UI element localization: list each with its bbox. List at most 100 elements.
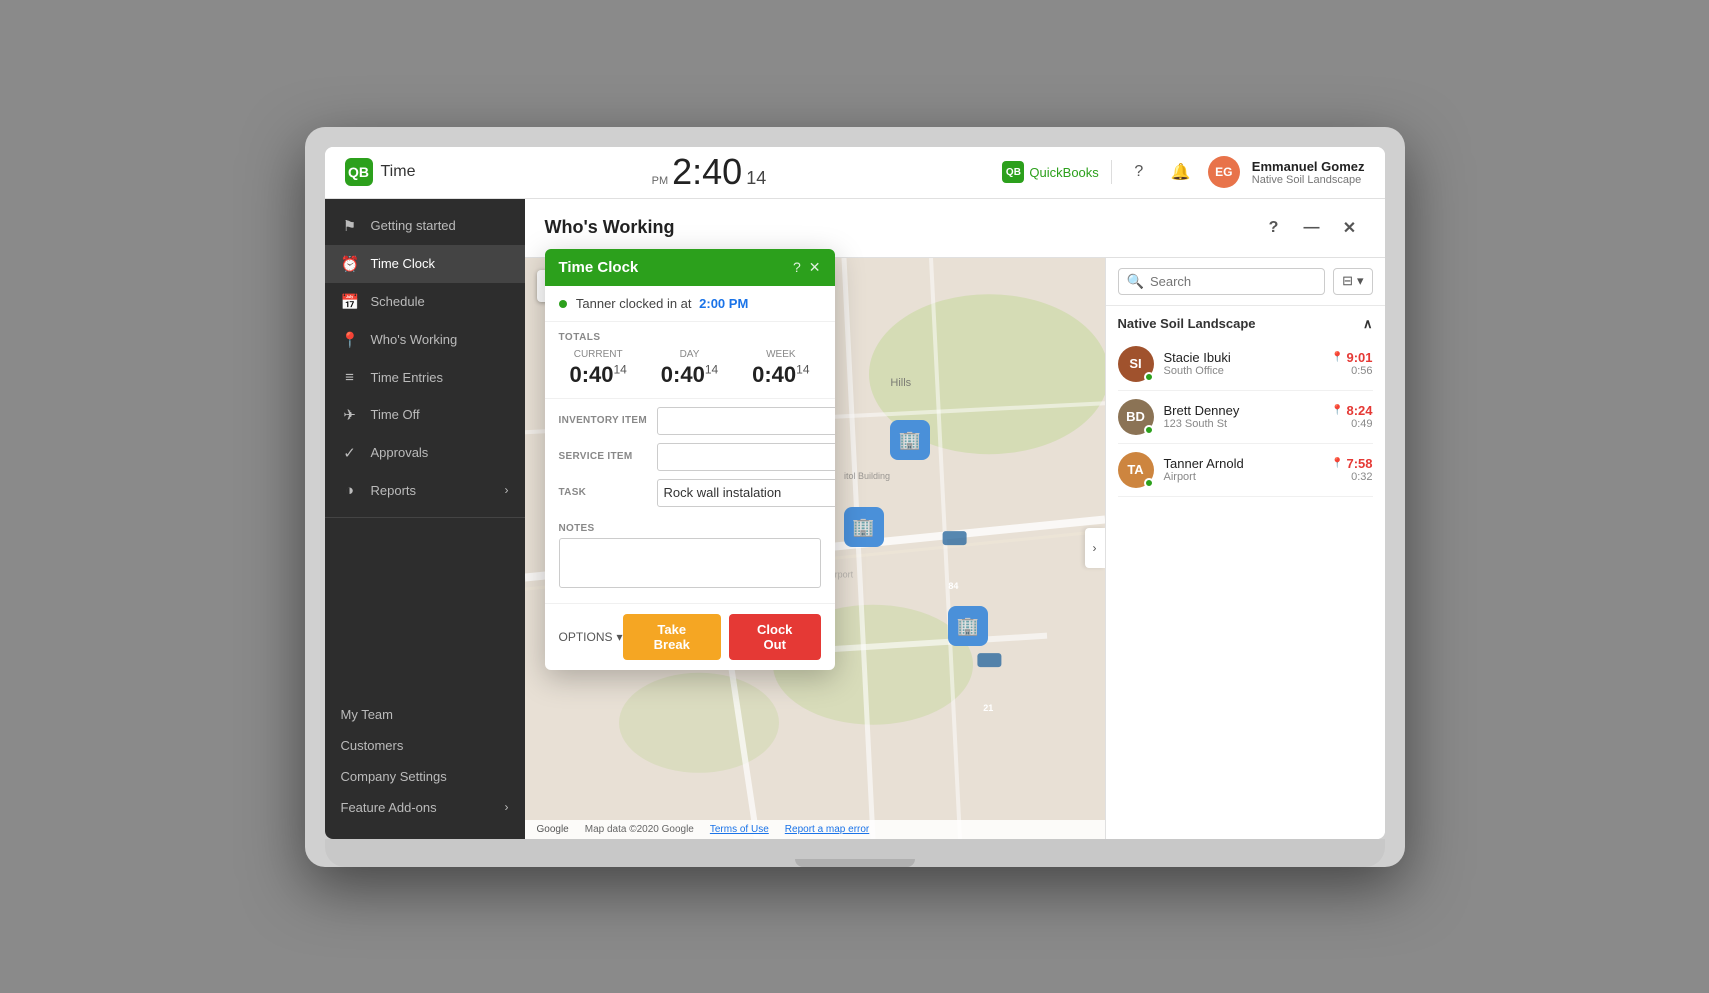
- map-collapse-button[interactable]: ›: [1085, 528, 1105, 568]
- company-section: Native Soil Landscape ∧: [1106, 306, 1385, 338]
- service-input[interactable]: [657, 443, 835, 471]
- service-label: SERVICE ITEM: [559, 451, 649, 462]
- divider: [1111, 160, 1112, 184]
- top-bar: QB Time PM 2:40 14 QB QuickBooks ? 🔔 EG: [325, 147, 1385, 199]
- user-avatar[interactable]: EG: [1208, 156, 1240, 188]
- right-panel: 🔍 ⊟ ▾ Native Soil Landscape ∧: [1105, 258, 1385, 839]
- inventory-input[interactable]: [657, 407, 835, 435]
- employee-location: South Office: [1164, 365, 1322, 377]
- sidebar-item-reports[interactable]: ◑ Reports ›: [325, 472, 525, 509]
- employee-sub-time: 0:32: [1331, 471, 1372, 483]
- help-button[interactable]: ?: [1124, 157, 1154, 187]
- sidebar-label-time-clock: Time Clock: [371, 256, 436, 271]
- user-info: Emmanuel Gomez Native Soil Landscape: [1252, 159, 1365, 186]
- filter-icon: ⊟: [1342, 273, 1353, 289]
- modal-close-button[interactable]: ✕: [809, 259, 821, 276]
- table-row[interactable]: TA Tanner Arnold Airport 📍: [1118, 444, 1373, 497]
- building-icon-2: 🏢: [844, 507, 884, 547]
- svg-text:Hills: Hills: [890, 376, 911, 388]
- employee-info: Brett Denney 123 South St: [1164, 403, 1322, 430]
- employee-sub-time: 0:49: [1331, 418, 1372, 430]
- inventory-label: INVENTORY ITEM: [559, 415, 649, 426]
- clock-out-button[interactable]: Clock Out: [729, 614, 821, 660]
- sidebar-item-time-off[interactable]: ✈ Time Off: [325, 396, 525, 434]
- map-pin-building-1: 🏢: [890, 420, 930, 460]
- modal-help-button[interactable]: ?: [793, 259, 801, 275]
- total-week: WEEK 0:4014: [741, 349, 820, 388]
- sidebar-nav: ⚑ Getting started ⏰ Time Clock 📅 Schedul…: [325, 199, 525, 691]
- page-title: Who's Working: [545, 217, 675, 238]
- sidebar-bottom: My Team Customers Company Settings Featu…: [325, 691, 525, 839]
- header-help-button[interactable]: ?: [1259, 213, 1289, 243]
- sidebar-item-my-team[interactable]: My Team: [325, 699, 525, 730]
- filter-button[interactable]: ⊟ ▾: [1333, 268, 1372, 295]
- task-input[interactable]: [657, 479, 835, 507]
- status-dot: [1144, 372, 1154, 382]
- laptop-notch: [795, 859, 915, 867]
- location-icon: 📍: [341, 331, 359, 349]
- svg-text:84: 84: [948, 581, 958, 591]
- my-team-label: My Team: [341, 707, 394, 722]
- sidebar-item-schedule[interactable]: 📅 Schedule: [325, 283, 525, 321]
- minimize-button[interactable]: —: [1297, 213, 1327, 243]
- modal-title: Time Clock: [559, 259, 639, 276]
- laptop-screen: QB Time PM 2:40 14 QB QuickBooks ? 🔔 EG: [325, 147, 1385, 839]
- total-week-value: 0:4014: [741, 362, 820, 388]
- company-header[interactable]: Native Soil Landscape ∧: [1118, 316, 1373, 332]
- sidebar-item-whos-working[interactable]: 📍 Who's Working: [325, 321, 525, 359]
- sidebar-label-getting-started: Getting started: [371, 218, 456, 233]
- employee-time: 📍 9:01 0:56: [1331, 350, 1372, 377]
- calendar-icon: 📅: [341, 293, 359, 311]
- total-current: CURRENT 0:4014: [559, 349, 638, 388]
- modal-header: Time Clock ? ✕: [545, 249, 835, 286]
- take-break-button[interactable]: Take Break: [623, 614, 721, 660]
- table-row[interactable]: BD Brett Denney 123 South St 📍: [1118, 391, 1373, 444]
- customers-label: Customers: [341, 738, 404, 753]
- building-icon-3: 🏢: [948, 606, 988, 646]
- employee-time: 📍 8:24 0:49: [1331, 403, 1372, 430]
- quickbooks-badge[interactable]: QB QuickBooks: [1002, 161, 1098, 183]
- modal-header-icons: ? ✕: [793, 259, 821, 276]
- sidebar-label-time-entries: Time Entries: [371, 370, 443, 385]
- task-row: TASK: [559, 479, 821, 507]
- total-week-label: WEEK: [741, 349, 820, 360]
- sidebar-item-customers[interactable]: Customers: [325, 730, 525, 761]
- options-label: OPTIONS: [559, 630, 613, 644]
- table-row[interactable]: SI Stacie Ibuki South Office 📍: [1118, 338, 1373, 391]
- sidebar-item-approvals[interactable]: ✓ Approvals: [325, 434, 525, 472]
- location-pin-icon: 📍: [1331, 405, 1343, 416]
- user-company: Native Soil Landscape: [1252, 174, 1365, 186]
- employee-location: Airport: [1164, 471, 1322, 483]
- chevron-down-icon: ▾: [1357, 273, 1364, 289]
- sidebar-item-time-clock[interactable]: ⏰ Time Clock: [325, 245, 525, 283]
- totals-row: CURRENT 0:4014 DAY 0:4014 WEEK 0:4014: [559, 349, 821, 388]
- search-input[interactable]: [1150, 274, 1316, 289]
- total-current-value: 0:4014: [559, 362, 638, 388]
- map-report[interactable]: Report a map error: [785, 824, 869, 835]
- search-box[interactable]: 🔍: [1118, 268, 1326, 295]
- notes-textarea[interactable]: [559, 538, 821, 588]
- inventory-row: INVENTORY ITEM: [559, 407, 821, 435]
- status-text: Tanner clocked in at: [576, 296, 692, 311]
- options-button[interactable]: OPTIONS ▾: [559, 630, 623, 644]
- plane-icon: ✈: [341, 406, 359, 424]
- check-icon: ✓: [341, 444, 359, 462]
- sidebar-item-company-settings[interactable]: Company Settings: [325, 761, 525, 792]
- laptop-frame: QB Time PM 2:40 14 QB QuickBooks ? 🔔 EG: [305, 127, 1405, 867]
- action-buttons: Take Break Clock Out: [623, 614, 821, 660]
- sidebar-item-getting-started[interactable]: ⚑ Getting started: [325, 207, 525, 245]
- sidebar: ⚑ Getting started ⏰ Time Clock 📅 Schedul…: [325, 199, 525, 839]
- employee-hours: 📍 8:24: [1331, 403, 1372, 418]
- notification-button[interactable]: 🔔: [1166, 157, 1196, 187]
- sidebar-item-feature-addons[interactable]: Feature Add-ons ›: [325, 792, 525, 823]
- right-panel-header: 🔍 ⊟ ▾: [1106, 258, 1385, 306]
- collapse-icon: ∧: [1363, 316, 1373, 332]
- employee-list: SI Stacie Ibuki South Office 📍: [1106, 338, 1385, 497]
- sidebar-item-time-entries[interactable]: ≡ Time Entries: [325, 359, 525, 396]
- close-button[interactable]: ✕: [1335, 213, 1365, 243]
- employee-name: Brett Denney: [1164, 403, 1322, 418]
- time-period: PM: [652, 175, 669, 187]
- top-bar-right: QB QuickBooks ? 🔔 EG Emmanuel Gomez Nati…: [1002, 156, 1364, 188]
- map-terms[interactable]: Terms of Use: [710, 824, 769, 835]
- avatar: SI: [1118, 346, 1154, 382]
